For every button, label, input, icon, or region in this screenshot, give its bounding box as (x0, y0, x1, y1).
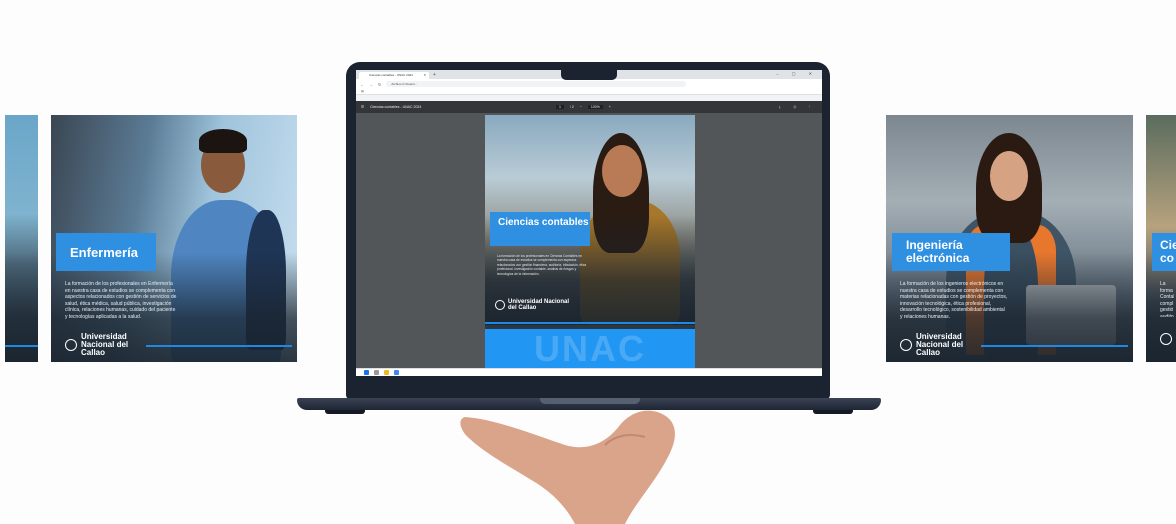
university-logo: Universidad Nacional del Callao (65, 333, 141, 357)
zoom-level[interactable]: 100% (587, 105, 603, 109)
program-ribbon: Enfermería (56, 233, 156, 271)
pdf-toolbar-actions[interactable]: ⤓ ⎙ ⋮ (779, 105, 816, 109)
window-controls[interactable]: – ▢ ✕ (776, 71, 818, 76)
accent-stripe (146, 345, 292, 347)
pdf-pager: 1 / 2 − 100% + (556, 105, 611, 109)
program-description: La formación de los ingenieros electróni… (900, 281, 1008, 320)
showcase-stage: Enfermería La formación de los profesion… (0, 0, 1176, 524)
program-description-partial: La forma Contab compl gestió audito inve… (1160, 281, 1174, 317)
university-seal-icon (900, 339, 912, 351)
program-description: La formación de los profesionales en Cie… (497, 254, 587, 276)
windows-start-icon[interactable] (364, 370, 369, 375)
search-icon[interactable] (374, 370, 379, 375)
camera-notch (561, 69, 617, 80)
brochure-card-ingenieria-electronica: Ingeniería electrónica La formación de l… (886, 115, 1133, 362)
university-seal-icon (65, 339, 77, 351)
close-icon[interactable]: ✕ (423, 72, 426, 79)
pdf-canvas: Ciencias contables La formación de los p… (356, 113, 822, 368)
browser-icon[interactable] (394, 370, 399, 375)
university-name: Universidad Nacional del Callao (508, 299, 570, 311)
unac-watermark: UNAC (485, 329, 695, 368)
forward-icon[interactable]: → (369, 82, 373, 87)
pdf-document-title: Ciencias contables - UNAC 2024 (370, 105, 422, 109)
new-tab-button[interactable]: + (433, 72, 436, 79)
laptop-hinge (540, 398, 640, 404)
tab-title: Ciencias contables - UNAC 2024 (369, 73, 413, 77)
file-explorer-icon[interactable] (384, 370, 389, 375)
hand-image (460, 410, 675, 524)
pdf-page: Ciencias contables La formación de los p… (485, 115, 695, 368)
folder-icon[interactable]: ▤ (361, 89, 364, 93)
url-prefix: Archivo (391, 82, 402, 86)
program-description: La formación de los profesionales en Enf… (65, 281, 177, 320)
os-taskbar (356, 368, 822, 376)
brochure-card-enfermeria: Enfermería La formación de los profesion… (51, 115, 297, 362)
university-name: Universidad Nacional del Callao (916, 332, 964, 357)
university-logo-partial (1160, 333, 1172, 345)
brochure-card-partial-left (5, 115, 38, 362)
page-total: / 2 (569, 105, 574, 109)
accent-stripe (485, 322, 695, 324)
university-logo: Universidad Nacional del Callao (495, 299, 570, 311)
accent-stripe (5, 345, 38, 347)
pdf-toolbar: ☰ Ciencias contables - UNAC 2024 1 / 2 −… (356, 101, 822, 113)
browser-tab[interactable]: Ciencias contables - UNAC 2024 ✕ (359, 72, 429, 79)
url-field[interactable]: Archivo C:/Users/... (386, 81, 687, 87)
brochure-card-partial-right: Cie co La forma Contab compl gestió audi… (1146, 115, 1176, 362)
accent-stripe (981, 345, 1128, 347)
bookmarks-bar: ▤ (356, 89, 822, 95)
back-icon[interactable]: ← (360, 82, 364, 87)
laptop-foot (325, 410, 365, 414)
university-name: Universidad Nacional del Callao (81, 332, 129, 357)
zoom-in-icon[interactable]: + (609, 105, 611, 109)
university-seal-icon (495, 300, 505, 310)
university-logo: Universidad Nacional del Callao (900, 333, 976, 357)
menu-icon[interactable]: ☰ (361, 105, 364, 109)
program-ribbon-partial: Cie co (1152, 233, 1176, 271)
program-ribbon: Ciencias contables (490, 212, 590, 246)
address-bar: ← → ↻ Archivo C:/Users/... (356, 79, 822, 89)
url-text: C:/Users/... (402, 82, 418, 86)
reload-icon[interactable]: ↻ (378, 82, 381, 87)
zoom-out-icon[interactable]: − (580, 105, 582, 109)
laptop-screen: Ciencias contables - UNAC 2024 ✕ + – ▢ ✕… (356, 70, 822, 376)
program-ribbon: Ingeniería electrónica (892, 233, 1010, 271)
laptop-foot (813, 410, 853, 414)
university-seal-icon (1160, 333, 1172, 345)
page-number-input[interactable]: 1 (556, 105, 564, 109)
